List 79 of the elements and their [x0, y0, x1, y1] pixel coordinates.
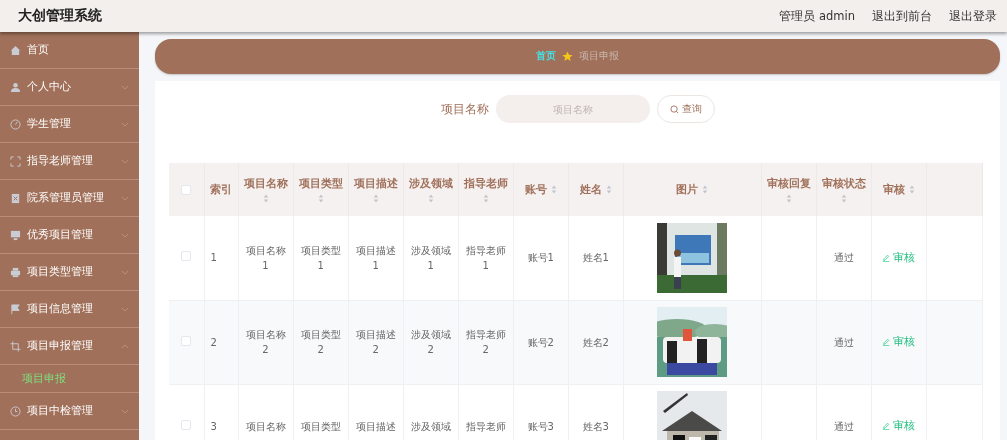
monitor-icon	[10, 229, 21, 241]
clipboard-icon	[10, 192, 21, 204]
table-cell: 账号3	[527, 420, 554, 432]
table-cell: 项目类型2	[300, 329, 341, 355]
table-cell: 指导老师	[465, 420, 506, 432]
sidebar-item[interactable]: 个人中心	[0, 69, 139, 106]
row-checkbox[interactable]	[181, 251, 192, 262]
row-checkbox[interactable]	[181, 419, 192, 430]
sort-icon[interactable]	[908, 185, 915, 194]
sidebar-item[interactable]: 首页	[0, 32, 139, 69]
table-cell: 2	[210, 336, 217, 348]
review-link[interactable]: 审核	[882, 250, 916, 265]
table-cell: 项目名称1	[245, 244, 286, 271]
table-cell: 指导老师1	[465, 244, 506, 271]
table-cell: 姓名1	[582, 252, 609, 264]
sort-icon[interactable]	[785, 193, 792, 203]
crop-icon	[10, 340, 21, 352]
status-cell: 通过	[833, 252, 854, 264]
status-cell: 通过	[833, 420, 854, 432]
sort-icon[interactable]	[262, 193, 269, 203]
table-cell: 姓名3	[582, 420, 609, 432]
user-label: 管理员 admin	[779, 8, 855, 24]
table-cell: 项目描述	[355, 420, 396, 432]
table-cell: 项目描述1	[355, 244, 396, 271]
table-cell: 涉及领域2	[410, 329, 451, 355]
sidebar-item[interactable]: 院系管理员管理	[0, 180, 139, 217]
table-cell: 项目类型1	[300, 244, 341, 271]
edit-icon	[882, 421, 891, 430]
table-cell: 姓名2	[582, 336, 609, 348]
sort-icon[interactable]	[372, 193, 379, 203]
header-link[interactable]: 退出登录	[949, 8, 997, 24]
table-cell: 项目描述2	[355, 329, 396, 355]
star-icon	[562, 51, 573, 62]
header-link[interactable]: 退出到前台	[872, 8, 932, 24]
table-cell: 账号1	[527, 252, 554, 264]
table-cell: 1	[210, 252, 217, 264]
table-cell: 3	[210, 420, 217, 432]
home-icon	[10, 44, 21, 56]
breadcrumb-item: 项目申报	[579, 50, 619, 63]
app-title: 大创管理系统	[18, 7, 102, 25]
review-link[interactable]: 审核	[882, 418, 916, 434]
table-cell: 涉及领域1	[410, 244, 451, 271]
table-cell: 指导老师2	[465, 329, 506, 355]
breadcrumb-item[interactable]: 首页	[536, 50, 556, 63]
sidebar-item[interactable]: 项目类型管理	[0, 254, 139, 291]
search-icon	[669, 104, 679, 114]
search-label: 项目名称	[440, 100, 489, 118]
sidebar-item[interactable]: 项目中检管理	[0, 393, 139, 430]
search-button[interactable]: 查询	[656, 95, 715, 123]
select-all-checkbox[interactable]	[181, 185, 192, 195]
sort-icon[interactable]	[605, 185, 612, 194]
frame-icon	[10, 155, 21, 167]
sort-icon[interactable]	[840, 193, 847, 203]
table-cell: 项目名称2	[245, 329, 286, 355]
table-cell: 涉及领域	[410, 420, 451, 432]
sidebar-subitem[interactable]: 项目申报	[0, 365, 139, 393]
table-cell: 账号2	[527, 336, 554, 348]
table-cell: 项目名称	[245, 420, 286, 432]
sort-icon[interactable]	[550, 185, 557, 194]
sidebar-item[interactable]: 项目信息管理	[0, 291, 139, 328]
clock-icon	[10, 405, 21, 417]
edit-icon	[882, 253, 891, 262]
flag-icon	[10, 303, 21, 315]
row-checkbox[interactable]	[181, 335, 192, 346]
review-link[interactable]: 审核	[882, 334, 916, 350]
sort-icon[interactable]	[317, 193, 324, 203]
sort-icon[interactable]	[427, 193, 434, 203]
sidebar-item[interactable]: 学生管理	[0, 106, 139, 143]
table-cell: 项目类型	[300, 420, 341, 432]
sidebar-item[interactable]: 项目申报管理	[0, 328, 139, 365]
printer-icon	[10, 266, 21, 278]
sort-icon[interactable]	[482, 193, 489, 203]
user-icon	[10, 81, 21, 93]
sidebar-item[interactable]: 指导老师管理	[0, 143, 139, 180]
sidebar-item[interactable]: 优秀项目管理	[0, 217, 139, 254]
status-cell: 通过	[833, 336, 854, 348]
gauge-icon	[10, 118, 21, 130]
edit-icon	[882, 337, 891, 346]
sort-icon[interactable]	[702, 185, 709, 194]
